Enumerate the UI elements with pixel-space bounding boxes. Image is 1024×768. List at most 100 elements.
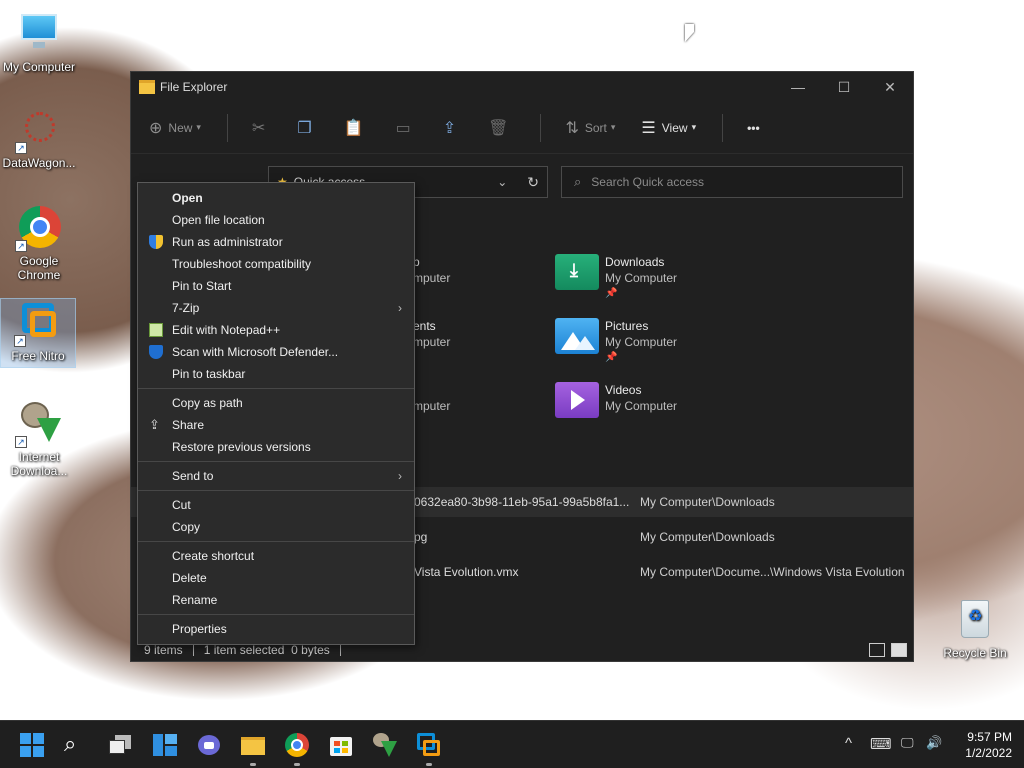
- menu-item-create-shortcut[interactable]: Create shortcut: [138, 545, 414, 567]
- pin-icon: 📌: [605, 352, 618, 363]
- view-list-icon: ☰: [641, 119, 656, 137]
- refresh-icon[interactable]: ↻: [527, 174, 539, 191]
- nitro-icon: ↗: [14, 299, 62, 347]
- sort-button[interactable]: ⇅ Sort ▾: [565, 118, 615, 138]
- folder-partial-2[interactable]: ents mputer: [413, 318, 450, 350]
- share-button[interactable]: ⇪: [443, 118, 462, 138]
- volume-icon[interactable]: 🔊: [926, 735, 942, 751]
- menu-item-pin-to-taskbar[interactable]: Pin to taskbar: [138, 363, 414, 385]
- title-bar[interactable]: File Explorer — ☐ ✕: [131, 72, 913, 102]
- desktop-icon-label: Internet Downloa...: [10, 450, 68, 478]
- menu-item-label: Create shortcut: [172, 549, 255, 563]
- menu-item-run-as-administrator[interactable]: Run as administrator: [138, 231, 414, 253]
- view-button[interactable]: ☰ View ▾: [641, 118, 696, 138]
- menu-item-properties[interactable]: Properties: [138, 618, 414, 640]
- menu-item-scan-with-defender[interactable]: Scan with Microsoft Defender...: [138, 341, 414, 363]
- sort-icon: ⇅: [565, 119, 579, 137]
- details-view-icon[interactable]: [869, 643, 885, 657]
- view-button-label: View: [661, 120, 688, 135]
- copy-icon: ❐: [297, 119, 312, 137]
- menu-item-share[interactable]: ⇪ Share: [138, 414, 414, 436]
- menu-item-delete[interactable]: Delete: [138, 567, 414, 589]
- recent-file-path: My Computer\Docume...\Windows Vista Evol…: [640, 565, 905, 579]
- menu-item-restore-previous-versions[interactable]: Restore previous versions: [138, 436, 414, 458]
- menu-item-troubleshoot-compatibility[interactable]: Troubleshoot compatibility: [138, 253, 414, 275]
- folder-partial-1[interactable]: p mputer: [413, 254, 450, 286]
- folder-tile-downloads[interactable]: ⤓ Downloads My Computer 📌: [555, 254, 677, 302]
- paste-button[interactable]: 📋: [344, 118, 370, 138]
- menu-item-open[interactable]: Open: [138, 187, 414, 209]
- menu-item-rename[interactable]: Rename: [138, 589, 414, 611]
- folder-location-fragment: mputer: [413, 271, 451, 285]
- minimize-button[interactable]: —: [775, 72, 821, 102]
- desktop-icon-recycle-bin[interactable]: ♻ Recycle Bin: [937, 596, 1013, 660]
- recent-file-path: My Computer\Downloads: [640, 495, 775, 509]
- task-view-icon[interactable]: [109, 733, 133, 757]
- close-button[interactable]: ✕: [867, 72, 913, 102]
- menu-item-label: Scan with Microsoft Defender...: [172, 345, 339, 359]
- recent-file-name: pg: [414, 530, 428, 544]
- download-manager-icon: ↗: [15, 400, 63, 448]
- desktop-icon-free-nitro[interactable]: ↗ Free Nitro: [0, 298, 76, 368]
- menu-item-pin-to-start[interactable]: Pin to Start: [138, 275, 414, 297]
- clock[interactable]: 9:57 PM 1/2/2022: [965, 729, 1012, 761]
- menu-item-7zip[interactable]: 7-Zip ›: [138, 297, 414, 319]
- running-indicator: [250, 763, 256, 766]
- desktop-icon-datawagon[interactable]: ↗ DataWagon...: [1, 106, 77, 170]
- search-box[interactable]: ⌕ Search Quick access: [561, 166, 903, 198]
- menu-item-send-to[interactable]: Send to ›: [138, 465, 414, 487]
- network-icon[interactable]: 🖵: [901, 735, 914, 751]
- show-hidden-icons-chevron[interactable]: ^: [845, 735, 852, 752]
- trash-icon: 🗑: [488, 119, 509, 137]
- menu-item-copy-as-path[interactable]: Copy as path: [138, 392, 414, 414]
- desktop-icon-label: My Computer: [2, 60, 76, 74]
- window-title: File Explorer: [160, 80, 228, 94]
- folder-tile-pictures[interactable]: Pictures My Computer 📌: [555, 318, 677, 366]
- start-icon[interactable]: [20, 733, 44, 757]
- taskbar: ⌕ ^ ⌨ 🖵 🔊 9:57 PM 1/2/2022: [0, 720, 1024, 768]
- keyboard-icon[interactable]: ⌨: [870, 735, 892, 753]
- copy-button[interactable]: ❐: [297, 118, 317, 138]
- clipboard-icon: 📋: [343, 119, 364, 137]
- store-icon[interactable]: [329, 733, 353, 757]
- download-manager-icon[interactable]: [373, 733, 397, 757]
- new-button[interactable]: ⊕ New ▾: [149, 118, 201, 138]
- file-explorer-icon[interactable]: [241, 733, 265, 757]
- see-more-button[interactable]: •••: [747, 121, 760, 135]
- folder-partial-3[interactable]: mputer: [413, 398, 450, 414]
- recent-file-name: 0632ea80-3b98-11eb-95a1-99a5b8fa1...: [414, 495, 630, 509]
- nitro-icon[interactable]: [417, 733, 441, 757]
- address-dropdown-icon[interactable]: ⌄: [497, 175, 507, 189]
- rename-button[interactable]: ▭: [396, 118, 417, 138]
- chrome-icon[interactable]: [285, 733, 309, 757]
- tiles-view-icon[interactable]: [891, 643, 907, 657]
- search-icon[interactable]: ⌕: [64, 733, 88, 757]
- submenu-arrow-icon: ›: [398, 469, 402, 483]
- menu-separator: [138, 388, 414, 389]
- desktop-icon-my-computer[interactable]: My Computer: [1, 10, 77, 74]
- menu-item-copy[interactable]: Copy: [138, 516, 414, 538]
- plus-circle-icon: ⊕: [149, 119, 163, 137]
- menu-item-label: Restore previous versions: [172, 440, 311, 454]
- menu-item-open-file-location[interactable]: Open file location: [138, 209, 414, 231]
- folder-location: My Computer: [605, 399, 678, 413]
- delete-button[interactable]: 🗑: [488, 118, 514, 138]
- chevron-down-icon: ▾: [610, 122, 616, 132]
- notepad-plus-plus-icon: [149, 323, 163, 337]
- monitor-icon: [15, 10, 63, 58]
- desktop-icon-internet-download-manager[interactable]: ↗ Internet Downloa...: [1, 400, 77, 478]
- recent-file-name: Vista Evolution.vmx: [414, 565, 519, 579]
- cut-button[interactable]: ✂: [252, 118, 271, 138]
- pin-icon: 📌: [605, 288, 618, 299]
- folder-location: My Computer: [605, 271, 678, 285]
- folder-tile-videos[interactable]: Videos My Computer: [555, 382, 677, 418]
- widgets-icon[interactable]: [153, 733, 177, 757]
- folder-name: Pictures: [605, 319, 649, 333]
- menu-item-edit-with-notepad[interactable]: Edit with Notepad++: [138, 319, 414, 341]
- maximize-button[interactable]: ☐: [821, 72, 867, 102]
- chat-icon[interactable]: [197, 733, 221, 757]
- desktop-icon-chrome[interactable]: ↗ Google Chrome: [1, 204, 77, 282]
- scissors-icon: ✂: [251, 119, 266, 137]
- menu-item-cut[interactable]: Cut: [138, 494, 414, 516]
- menu-separator: [138, 490, 414, 491]
